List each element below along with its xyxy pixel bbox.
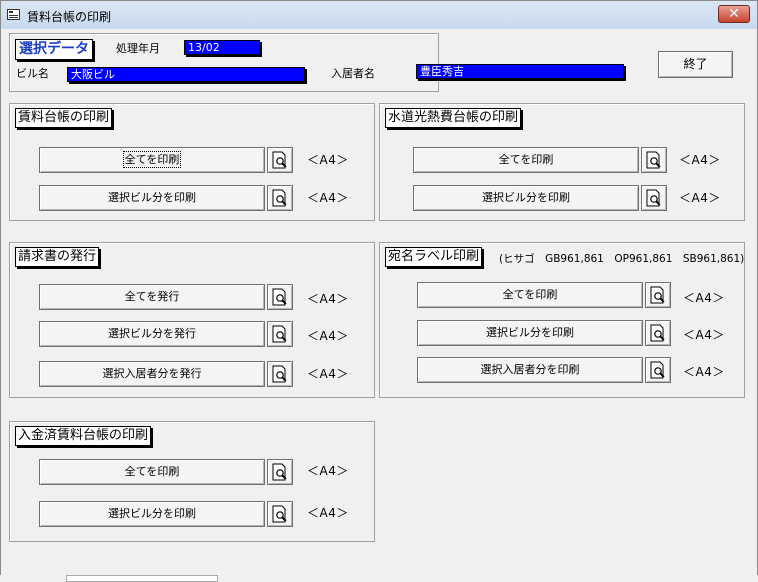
button-label: 選択ビル分を印刷 <box>108 507 196 520</box>
issue-selected-tenant-button[interactable]: 選択入居者分を発行 <box>39 361 265 387</box>
print-preview-magnifier-icon <box>272 325 287 343</box>
button-label: 全てを印刷 <box>502 288 558 301</box>
button-label: 全てを印刷 <box>124 465 180 478</box>
button-label: 選択入居者分を発行 <box>102 367 202 380</box>
print-preview-magnifier-icon <box>272 463 287 481</box>
print-selected-tenant-button[interactable]: 選択入居者分を印刷 <box>417 357 643 383</box>
paper-size-label: ＜A4＞ <box>307 464 349 478</box>
preview-button[interactable] <box>267 185 293 211</box>
background-field <box>66 575 218 582</box>
preview-button[interactable] <box>267 284 293 310</box>
button-label: 選択入居者分を印刷 <box>480 363 580 376</box>
close-button[interactable]: ✕ <box>718 5 750 23</box>
preview-button[interactable] <box>645 357 671 383</box>
building-field[interactable]: 大阪ビル <box>67 67 305 82</box>
paper-size-label: ＜A4＞ <box>679 191 721 205</box>
print-preview-magnifier-icon <box>650 324 665 342</box>
preview-button[interactable] <box>641 185 667 211</box>
print-preview-magnifier-icon <box>650 286 665 304</box>
print-selected-building-button[interactable]: 選択ビル分を印刷 <box>39 185 265 211</box>
preview-button[interactable] <box>267 321 293 347</box>
period-label: 処理年月 <box>116 42 160 55</box>
preview-button[interactable] <box>267 501 293 527</box>
preview-button[interactable] <box>267 361 293 387</box>
period-field[interactable]: 13/02 <box>184 40 260 55</box>
preview-button[interactable] <box>645 282 671 308</box>
button-label: 選択ビル分を印刷 <box>482 191 570 204</box>
paper-size-label: ＜A4＞ <box>307 191 349 205</box>
paper-size-label: ＜A4＞ <box>679 153 721 167</box>
paper-size-label: ＜A4＞ <box>307 329 349 343</box>
print-preview-magnifier-icon <box>650 361 665 379</box>
paper-size-label: ＜A4＞ <box>683 328 725 342</box>
paper-size-label: ＜A4＞ <box>307 153 349 167</box>
issue-selected-building-button[interactable]: 選択ビル分を発行 <box>39 321 265 347</box>
print-preview-magnifier-icon <box>272 151 287 169</box>
print-selected-building-button[interactable]: 選択ビル分を印刷 <box>417 320 643 346</box>
paper-size-label: ＜A4＞ <box>683 291 725 305</box>
paper-size-label: ＜A4＞ <box>307 506 349 520</box>
exit-button[interactable]: 終了 <box>658 51 733 78</box>
print-selected-building-button[interactable]: 選択ビル分を印刷 <box>39 501 265 527</box>
group-address-label: 宛名ラベル印刷 (ヒサゴ GB961,861 OP961,861 SB961,8… <box>379 242 745 398</box>
tenant-label: 入居者名 <box>331 67 375 80</box>
print-preview-magnifier-icon <box>646 189 661 207</box>
button-label: 選択ビル分を印刷 <box>486 326 574 339</box>
print-all-button[interactable]: 全てを印刷 <box>39 147 265 173</box>
print-preview-magnifier-icon <box>272 505 287 523</box>
group-rent-ledger: 賃料台帳の印刷 全てを印刷 ＜A4＞ 選択ビル分を印刷 ＜A4＞ <box>9 103 375 221</box>
paper-size-label: ＜A4＞ <box>683 365 725 379</box>
print-all-button[interactable]: 全てを印刷 <box>39 459 265 485</box>
form-icon <box>7 9 20 20</box>
preview-button[interactable] <box>641 147 667 173</box>
title-bar[interactable]: 賃料台帳の印刷 ✕ <box>1 1 757 29</box>
group-title: 宛名ラベル印刷 <box>385 247 483 267</box>
print-all-button[interactable]: 全てを印刷 <box>413 147 639 173</box>
paper-size-label: ＜A4＞ <box>307 292 349 306</box>
selection-panel: 選択データ 処理年月 13/02 ビル名 大阪ビル 入居者名 <box>9 33 439 92</box>
print-dialog-window: 賃料台帳の印刷 ✕ 選択データ 処理年月 13/02 ビル名 大阪ビル 入居者名… <box>0 0 758 580</box>
print-preview-magnifier-icon <box>272 189 287 207</box>
preview-button[interactable] <box>267 459 293 485</box>
button-label: 全てを印刷 <box>498 153 554 166</box>
button-label: 全てを発行 <box>124 290 180 303</box>
group-utility-ledger: 水道光熱費台帳の印刷 全てを印刷 ＜A4＞ 選択ビル分を印刷 ＜A4＞ <box>379 103 745 221</box>
button-label: 全てを印刷 <box>122 151 182 168</box>
print-preview-magnifier-icon <box>272 288 287 306</box>
background-window-strip <box>0 575 758 582</box>
building-label: ビル名 <box>16 67 49 80</box>
close-icon: ✕ <box>728 6 740 22</box>
print-preview-magnifier-icon <box>272 365 287 383</box>
selection-title: 選択データ <box>15 39 93 60</box>
group-title: 入金済賃料台帳の印刷 <box>15 426 152 446</box>
preview-button[interactable] <box>645 320 671 346</box>
group-paid-ledger: 入金済賃料台帳の印刷 全てを印刷 ＜A4＞ 選択ビル分を印刷 ＜A4＞ <box>9 421 375 542</box>
paper-size-label: ＜A4＞ <box>307 367 349 381</box>
button-label: 選択ビル分を印刷 <box>108 191 196 204</box>
print-all-button[interactable]: 全てを印刷 <box>417 282 643 308</box>
dialog-client-area: 選択データ 処理年月 13/02 ビル名 大阪ビル 入居者名 豊臣秀吉 終了 賃… <box>5 29 753 576</box>
group-title: 水道光熱費台帳の印刷 <box>385 108 522 128</box>
button-label: 選択ビル分を発行 <box>108 327 196 340</box>
issue-all-button[interactable]: 全てを発行 <box>39 284 265 310</box>
tenant-field[interactable]: 豊臣秀吉 <box>416 64 624 79</box>
group-title: 賃料台帳の印刷 <box>15 108 113 128</box>
print-selected-building-button[interactable]: 選択ビル分を印刷 <box>413 185 639 211</box>
window-title: 賃料台帳の印刷 <box>27 10 112 24</box>
label-paper-note: (ヒサゴ GB961,861 OP961,861 SB961,861) <box>499 253 745 265</box>
group-invoice: 請求書の発行 全てを発行 ＜A4＞ 選択ビル分を発行 ＜A4＞ 選択入居者分を発… <box>9 242 375 398</box>
group-title: 請求書の発行 <box>15 247 100 267</box>
exit-button-label: 終了 <box>683 57 708 71</box>
print-preview-magnifier-icon <box>646 151 661 169</box>
preview-button[interactable] <box>267 147 293 173</box>
